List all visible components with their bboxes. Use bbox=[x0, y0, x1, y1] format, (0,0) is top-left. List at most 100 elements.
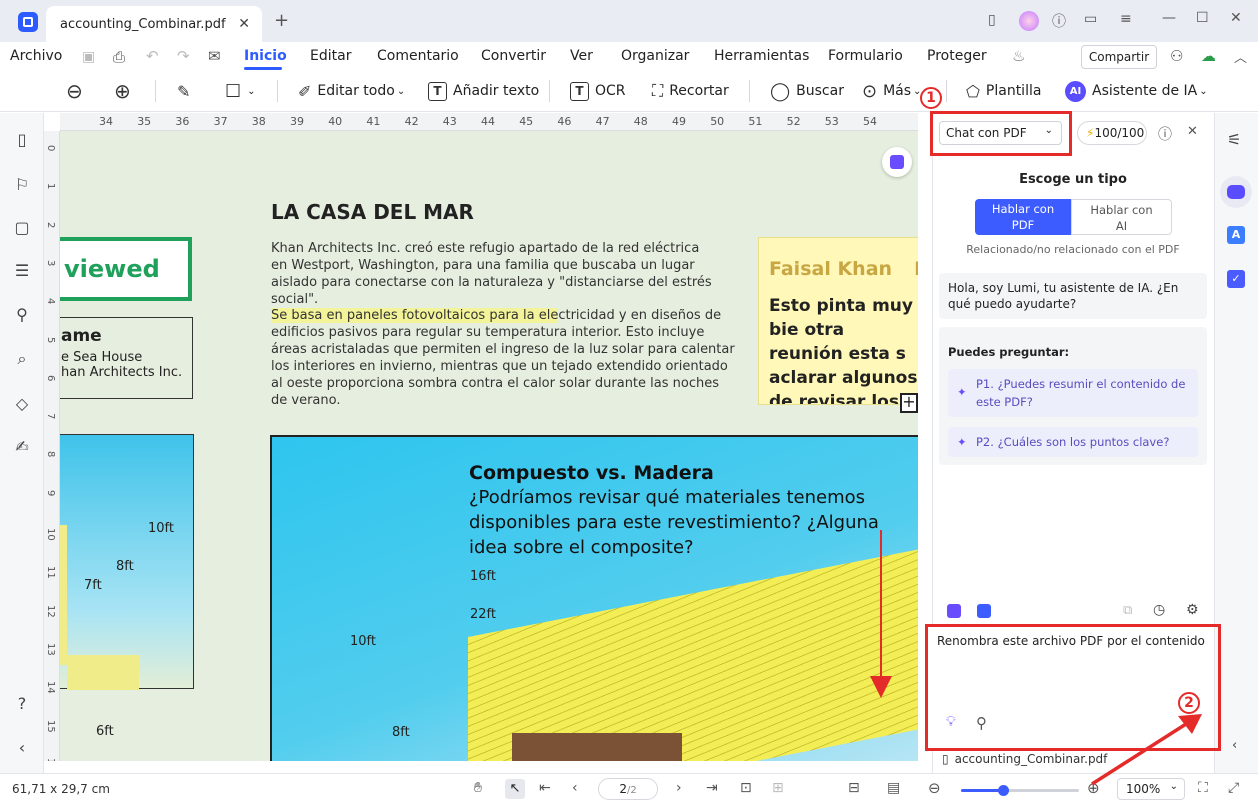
menu-comentario[interactable]: Comentario bbox=[377, 48, 459, 64]
layers-icon[interactable]: ◇ bbox=[12, 394, 32, 414]
page-input[interactable]: 2/2 bbox=[598, 778, 658, 800]
attachment-icon[interactable]: ⚲ bbox=[12, 305, 32, 325]
next-page-icon[interactable]: › bbox=[676, 780, 682, 796]
device-icon[interactable]: ▯ bbox=[988, 12, 996, 28]
redo-icon[interactable]: ↷ bbox=[177, 47, 190, 65]
cloud-sync-icon[interactable]: ☁ bbox=[1201, 47, 1216, 65]
shape-button[interactable]: ☐ ⌄ bbox=[225, 80, 256, 102]
expand-icon[interactable]: ⤢ bbox=[1228, 780, 1239, 796]
new-tab-button[interactable]: + bbox=[274, 10, 289, 31]
collapse-left-icon[interactable]: ‹ bbox=[12, 738, 32, 758]
help-circle-icon[interactable]: ? bbox=[12, 694, 32, 714]
copy-icon[interactable]: ⧉ bbox=[1123, 603, 1132, 618]
history-icon[interactable]: ◷ bbox=[1153, 602, 1165, 618]
ruler-tick-label: 43 bbox=[442, 115, 457, 128]
dim-label-16ft: 16ft bbox=[470, 569, 496, 584]
template-button[interactable]: ⬠ Plantilla bbox=[966, 80, 1041, 102]
first-page-icon[interactable]: ⇤ bbox=[539, 780, 551, 796]
feedback-icon[interactable]: ▭ bbox=[1084, 11, 1097, 27]
document-canvas[interactable]: viewed ame e Sea House han Architects In… bbox=[60, 131, 918, 761]
suggestion-2[interactable]: ✦ P2. ¿Cuáles son los puntos clave? bbox=[948, 427, 1198, 457]
zoom-out-button[interactable]: ⊖ bbox=[66, 79, 89, 103]
select-tool-icon[interactable]: ↖ bbox=[505, 779, 525, 799]
ruler-tick-label: 37 bbox=[213, 115, 228, 128]
translate-icon[interactable]: A bbox=[1227, 226, 1245, 244]
menu-organizar[interactable]: Organizar bbox=[621, 48, 689, 64]
zoom-slider-handle[interactable] bbox=[998, 785, 1009, 796]
menu-herramientas[interactable]: Herramientas bbox=[714, 48, 809, 64]
zoom-in-button[interactable]: ⊕ bbox=[114, 79, 137, 103]
crop-button[interactable]: ⛶ Recortar bbox=[652, 80, 729, 102]
ruler-tick-label: 12 bbox=[45, 604, 56, 618]
help-icon[interactable]: ⓘ bbox=[1052, 11, 1066, 31]
more-button[interactable]: ⊙ Más ⌄ bbox=[862, 80, 921, 102]
suggestion-1[interactable]: ✦ P1. ¿Puedes resumir el contenido de est… bbox=[948, 369, 1198, 417]
settings-icon[interactable]: ⚙ bbox=[1186, 602, 1199, 618]
mail-icon[interactable]: ✉ bbox=[208, 47, 221, 65]
search-button[interactable]: ◯ Buscar bbox=[770, 80, 844, 102]
signature-icon[interactable]: ✍ bbox=[12, 437, 32, 457]
zoom-out-small-icon[interactable]: ⊖ bbox=[928, 779, 941, 797]
ruler-tick-label: 44 bbox=[481, 115, 495, 128]
last-page-icon[interactable]: ⇥ bbox=[706, 780, 718, 796]
ai-assistant-button[interactable]: AI Asistente de IA ⌄ bbox=[1065, 80, 1208, 102]
ruler-tick-label: 11 bbox=[45, 566, 56, 580]
fit-page-icon[interactable]: ⊡ bbox=[740, 780, 752, 796]
check-task-icon[interactable]: ✓ bbox=[1227, 270, 1245, 288]
edit-all-button[interactable]: ✐ Editar todo ⌄ bbox=[298, 80, 405, 102]
search-panel-icon[interactable]: ⌕ bbox=[12, 349, 32, 369]
zoom-slider[interactable] bbox=[961, 785, 1079, 796]
ocr-button[interactable]: T OCR bbox=[570, 80, 626, 102]
sparkle-icon: ✦ bbox=[957, 385, 967, 399]
fit-width-icon[interactable]: ⊞ bbox=[772, 780, 784, 796]
expand-note-icon[interactable]: + bbox=[900, 393, 918, 413]
ai-tool-icon-2[interactable] bbox=[977, 604, 991, 618]
tab-title: accounting_Combinar.pdf bbox=[60, 16, 226, 32]
add-text-button[interactable]: T Añadir texto bbox=[428, 80, 539, 102]
menu-formulario[interactable]: Formulario bbox=[828, 48, 903, 64]
view-mode-icon[interactable]: ▤ bbox=[887, 780, 900, 796]
prev-page-icon[interactable]: ‹ bbox=[572, 780, 578, 796]
highlight-button[interactable]: ✎ bbox=[177, 80, 196, 102]
share-button[interactable]: Compartir bbox=[1081, 45, 1157, 69]
print-icon[interactable]: ⎙ bbox=[113, 48, 125, 66]
ai-tool-icon-1[interactable] bbox=[947, 604, 961, 618]
layers-list-icon[interactable]: ☰ bbox=[12, 261, 32, 281]
crop-icon: ⛶ bbox=[652, 81, 664, 100]
maximize-icon[interactable]: ☐ bbox=[1196, 10, 1209, 26]
help-panel-icon[interactable]: ⓘ bbox=[1158, 124, 1172, 144]
close-window-icon[interactable]: ✕ bbox=[1230, 10, 1242, 26]
bookmark-icon[interactable]: ⚐ bbox=[12, 175, 32, 195]
highlighted-text[interactable]: Se basa en paneles fotovoltaicos para la… bbox=[271, 308, 559, 323]
properties-icon[interactable]: ⚟ bbox=[1227, 130, 1241, 149]
close-panel-icon[interactable]: ✕ bbox=[1187, 124, 1198, 139]
menu-convertir[interactable]: Convertir bbox=[481, 48, 546, 64]
talk-to-ai-option[interactable]: Hablar con AI bbox=[1071, 199, 1172, 235]
comment-icon[interactable]: ▢ bbox=[12, 218, 32, 238]
sparkle-icon: ✦ bbox=[957, 435, 967, 449]
collapse-ribbon-icon[interactable]: ︿ bbox=[1234, 47, 1247, 66]
minimize-icon[interactable]: — bbox=[1162, 10, 1176, 26]
undo-icon[interactable]: ↶ bbox=[146, 47, 159, 65]
menu-archivo[interactable]: Archivo bbox=[10, 48, 62, 64]
menu-ver[interactable]: Ver bbox=[570, 48, 593, 64]
network-icon[interactable]: ⚇ bbox=[1170, 47, 1183, 65]
hand-tool-icon[interactable]: ✋︎ bbox=[474, 780, 482, 796]
lightbulb-icon[interactable]: ♨ bbox=[1012, 47, 1025, 65]
avatar[interactable] bbox=[1019, 11, 1039, 31]
collapse-right-icon[interactable]: ‹ bbox=[1232, 738, 1237, 753]
save-icon[interactable]: ▣ bbox=[82, 49, 95, 65]
menu-icon[interactable]: ≡ bbox=[1120, 11, 1132, 27]
pages-icon[interactable]: ▯ bbox=[12, 130, 32, 150]
menu-editar[interactable]: Editar bbox=[310, 48, 351, 64]
close-tab-icon[interactable]: ✕ bbox=[238, 16, 250, 32]
ai-robot-icon[interactable] bbox=[1220, 176, 1252, 208]
talk-to-pdf-option[interactable]: Hablar con PDF bbox=[975, 199, 1071, 235]
document-tab[interactable]: accounting_Combinar.pdf ✕ bbox=[46, 6, 262, 42]
menu-proteger[interactable]: Proteger bbox=[927, 48, 987, 64]
page-layout-icon[interactable]: ⊟ bbox=[848, 780, 860, 796]
ai-float-icon[interactable] bbox=[882, 147, 912, 177]
credits-value: 100/100 bbox=[1094, 126, 1145, 140]
sticky-note[interactable]: Faisal KhanI Esto pinta muy bie otra reu… bbox=[758, 237, 918, 405]
menu-inicio[interactable]: Inicio bbox=[244, 48, 287, 64]
